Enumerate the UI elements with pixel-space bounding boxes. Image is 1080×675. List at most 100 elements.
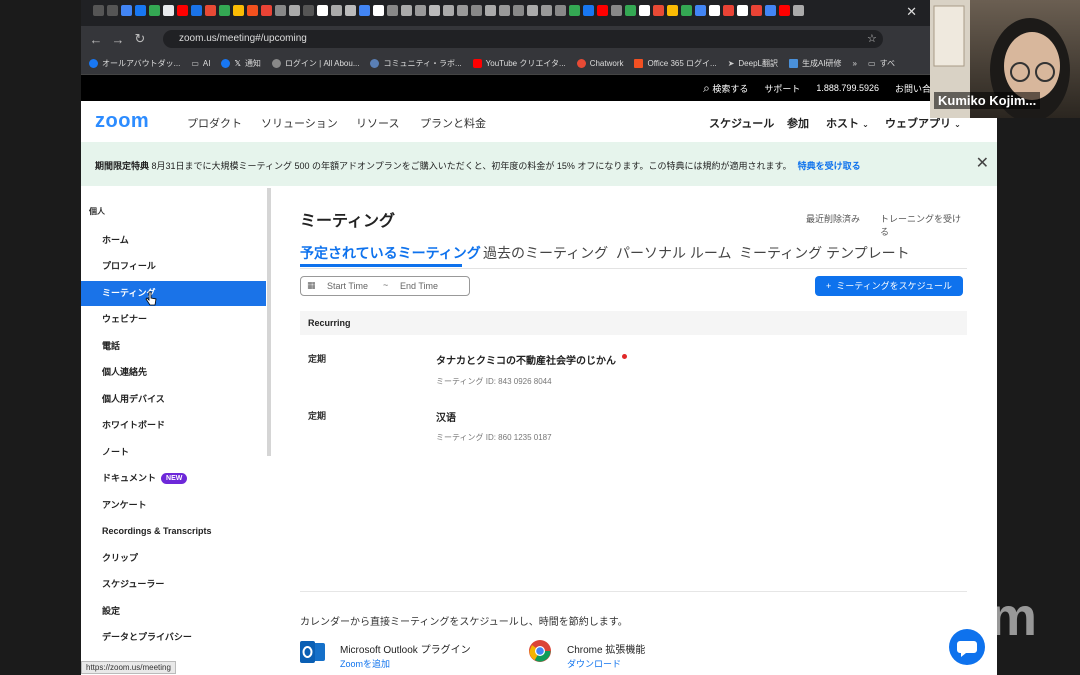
tab-favicon-icon[interactable]	[219, 5, 230, 16]
back-icon[interactable]: ←	[85, 32, 107, 47]
tab-favicon-icon[interactable]	[625, 5, 636, 16]
tab-favicon-icon[interactable]	[387, 5, 398, 16]
tab-favicon-icon[interactable]	[177, 5, 188, 16]
tab-favicon-icon[interactable]	[331, 5, 342, 16]
bookmark-item[interactable]: YouTube クリエイタ...	[472, 58, 566, 69]
nav-pricing[interactable]: プランと料金	[420, 115, 486, 131]
tab-favicon-icon[interactable]	[149, 5, 160, 16]
bookmark-item[interactable]: Office 365 ログイ...	[634, 58, 717, 69]
tab-favicon-icon[interactable]	[261, 5, 272, 16]
sidebar-item-meetings[interactable]: ミーティング	[81, 281, 266, 306]
meeting-title-link[interactable]: 汉语	[436, 409, 456, 424]
tab-favicon-icon[interactable]	[191, 5, 202, 16]
tab-favicon-icon[interactable]	[597, 5, 608, 16]
tab-favicon-icon[interactable]	[317, 5, 328, 16]
nav-schedule[interactable]: スケジュール	[709, 115, 774, 131]
tab-favicon-icon[interactable]	[779, 5, 790, 16]
sidebar-item-contacts[interactable]: 個人連絡先	[81, 360, 266, 385]
bookmark-star-icon[interactable]: ☆	[867, 32, 877, 45]
tab-favicon-icon[interactable]	[499, 5, 510, 16]
address-input[interactable]: zoom.us/meeting#/upcoming	[163, 30, 883, 48]
nav-solutions[interactable]: ソリューション	[261, 115, 338, 131]
sidebar-item-clips[interactable]: クリップ	[81, 546, 266, 571]
date-range-picker[interactable]: ▦ Start Time ~ End Time	[300, 276, 470, 296]
close-tab-icon[interactable]: ✕	[906, 4, 917, 20]
sidebar-item-scheduler[interactable]: スケジューラー	[81, 572, 266, 597]
tab-favicon-icon[interactable]	[723, 5, 734, 16]
tab-favicon-icon[interactable]	[233, 5, 244, 16]
sidebar-item-devices[interactable]: 個人用デバイス	[81, 387, 266, 412]
tab-favicon-icon[interactable]	[583, 5, 594, 16]
close-icon[interactable]: ✕	[976, 153, 989, 173]
more-bookmarks-icon[interactable]: »	[853, 59, 857, 68]
tab-favicon-icon[interactable]	[513, 5, 524, 16]
bookmark-item[interactable]: ログイン | All Abou...	[271, 58, 359, 69]
nav-resources[interactable]: リソース	[356, 115, 399, 131]
sidebar-scrollbar[interactable]	[267, 188, 271, 456]
tab-favicon-icon[interactable]	[275, 5, 286, 16]
tab-favicon-icon[interactable]	[611, 5, 622, 16]
tab-favicon-icon[interactable]	[751, 5, 762, 16]
bookmark-item[interactable]: オールアバウトダッ...	[89, 58, 180, 69]
sidebar-item-home[interactable]: ホーム	[81, 228, 266, 253]
sidebar-item-whiteboard[interactable]: ホワイトボード	[81, 413, 266, 438]
sidebar-item-recordings[interactable]: Recordings & Transcripts	[81, 519, 266, 544]
tab-favicon-icon[interactable]	[163, 5, 174, 16]
tab-previous[interactable]: 過去のミーティング	[483, 243, 608, 263]
tab-favicon-icon[interactable]	[471, 5, 482, 16]
bookmark-item[interactable]: 𝕏 通知	[221, 58, 261, 69]
tab-favicon-icon[interactable]	[415, 5, 426, 16]
start-time-field[interactable]: Start Time	[327, 281, 368, 291]
tab-favicon-icon[interactable]	[429, 5, 440, 16]
tab-favicon-icon[interactable]	[569, 5, 580, 16]
tab-favicon-icon[interactable]	[709, 5, 720, 16]
tab-favicon-icon[interactable]	[457, 5, 468, 16]
nav-host[interactable]: ホスト ⌄	[826, 115, 869, 131]
sidebar-item-notes[interactable]: ノート	[81, 440, 266, 465]
nav-product[interactable]: プロダクト	[187, 115, 242, 131]
tab-templates[interactable]: ミーティング テンプレート	[739, 243, 910, 263]
recently-deleted-link[interactable]: 最近削除済み	[806, 212, 860, 225]
tab-favicon-icon[interactable]	[639, 5, 650, 16]
tab-favicon-icon[interactable]	[205, 5, 216, 16]
tab-favicon-icon[interactable]	[681, 5, 692, 16]
phone-link[interactable]: 1.888.799.5926	[816, 83, 879, 93]
tab-favicon-icon[interactable]	[695, 5, 706, 16]
tab-favicon-icon[interactable]	[667, 5, 678, 16]
outlook-add-link[interactable]: Zoomを追加	[340, 657, 390, 670]
bookmark-item[interactable]: コミュニティ・ラボ...	[370, 58, 462, 69]
bookmark-item[interactable]: 生成AI研修	[788, 58, 842, 69]
training-link[interactable]: トレーニングを受ける	[880, 212, 967, 238]
bookmark-item[interactable]: ➤ DeepL翻訳	[728, 58, 778, 69]
sidebar-item-surveys[interactable]: アンケート	[81, 493, 266, 518]
tab-favicon-icon[interactable]	[653, 5, 664, 16]
forward-icon[interactable]: →	[107, 32, 129, 47]
tab-favicon-icon[interactable]	[107, 5, 118, 16]
nav-join[interactable]: 参加	[787, 115, 809, 131]
bookmark-folder[interactable]: ▭ AI	[191, 59, 210, 68]
end-time-field[interactable]: End Time	[400, 281, 438, 291]
sidebar-item-profile[interactable]: プロフィール	[81, 254, 266, 279]
schedule-meeting-button[interactable]: + ミーティングをスケジュール	[815, 276, 963, 296]
tab-favicon-icon[interactable]	[793, 5, 804, 16]
tab-favicon-icon[interactable]	[93, 5, 104, 16]
zoom-logo[interactable]: zoom	[95, 110, 149, 133]
tab-favicon-icon[interactable]	[303, 5, 314, 16]
tab-favicon-icon[interactable]	[527, 5, 538, 16]
tab-favicon-icon[interactable]	[541, 5, 552, 16]
tab-favicon-icon[interactable]	[135, 5, 146, 16]
chrome-download-link[interactable]: ダウンロード	[567, 657, 621, 670]
tab-favicons[interactable]	[93, 5, 804, 16]
chat-support-button[interactable]	[949, 629, 985, 665]
tab-favicon-icon[interactable]	[345, 5, 356, 16]
bookmark-item[interactable]: Chatwork	[576, 58, 623, 68]
tab-favicon-icon[interactable]	[737, 5, 748, 16]
sidebar-item-phone[interactable]: 電話	[81, 334, 266, 359]
tab-favicon-icon[interactable]	[555, 5, 566, 16]
tab-favicon-icon[interactable]	[485, 5, 496, 16]
bookmark-folder[interactable]: ▭ すべ	[868, 58, 895, 69]
tab-favicon-icon[interactable]	[121, 5, 132, 16]
meeting-title-link[interactable]: タナカとクミコの不動産社会学のじかん	[436, 352, 627, 367]
promo-link[interactable]: 特典を受け取る	[798, 161, 861, 171]
tab-favicon-icon[interactable]	[373, 5, 384, 16]
